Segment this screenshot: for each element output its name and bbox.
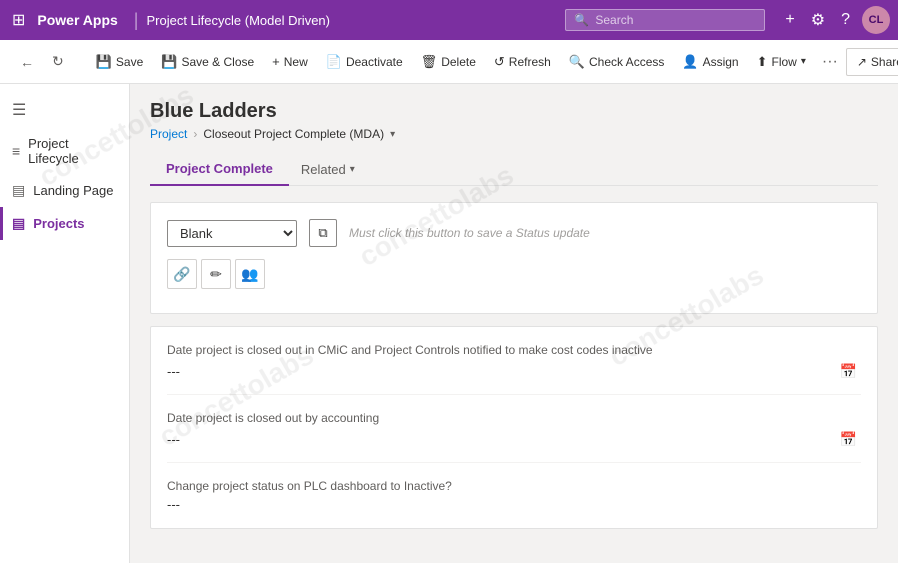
- flow-button[interactable]: ⬆ Flow ▾: [749, 48, 814, 76]
- top-bar-divider: |: [134, 10, 139, 31]
- app-layout: ☰ ≡ Project Lifecycle ▤ Landing Page ▤ P…: [0, 84, 898, 563]
- flow-icon: ⬆: [757, 54, 768, 70]
- status-form-card: Blank In Progress Complete N/A ⧉ Must cl…: [150, 202, 878, 314]
- new-icon: +: [272, 54, 280, 69]
- breadcrumb-current: Closeout Project Complete (MDA): [203, 127, 384, 141]
- delete-icon: 🗑: [421, 54, 438, 70]
- share-area: ↗ Share ▾: [846, 48, 898, 76]
- field-group-3: Change project status on PLC dashboard t…: [167, 479, 861, 512]
- field-value-3: ---: [167, 497, 180, 512]
- flow-chevron-icon: ▾: [801, 56, 806, 67]
- field-label-2: Date project is closed out by accounting: [167, 411, 861, 425]
- users-icon: 👥: [241, 266, 258, 283]
- new-button[interactable]: + New: [264, 48, 316, 75]
- field-value-2: ---: [167, 432, 180, 447]
- refresh-button[interactable]: ↺ Refresh: [486, 48, 559, 76]
- save-button[interactable]: 💾 Save: [88, 48, 152, 76]
- status-dropdown[interactable]: Blank In Progress Complete N/A: [167, 220, 297, 247]
- status-save-button[interactable]: ⧉: [309, 219, 337, 247]
- fields-section: Date project is closed out in CMiC and P…: [150, 326, 878, 529]
- back-button[interactable]: ←: [12, 48, 42, 76]
- assign-button[interactable]: 👤 Assign: [674, 48, 746, 76]
- tab-project-complete[interactable]: Project Complete: [150, 153, 289, 186]
- status-save-icon: ⧉: [318, 225, 327, 241]
- assign-icon: 👤: [682, 54, 698, 70]
- search-box[interactable]: 🔍: [565, 9, 765, 31]
- field-row-3: ---: [167, 497, 861, 512]
- forward-button[interactable]: ↻: [44, 47, 72, 76]
- users-button[interactable]: 👥: [235, 259, 265, 289]
- calendar-btn-1[interactable]: 📅: [836, 361, 861, 382]
- attach-button[interactable]: 🔗: [167, 259, 197, 289]
- sidebar-item-landing-page[interactable]: ▤ Landing Page: [0, 174, 129, 207]
- tab-related[interactable]: Related ▾: [289, 153, 367, 185]
- top-bar-actions: + ⚙ ? CL: [781, 6, 890, 34]
- edit-icon: ✏: [210, 266, 222, 283]
- sidebar-projects-icon: ▤: [12, 215, 25, 232]
- sidebar-project-lifecycle-icon: ≡: [12, 143, 20, 159]
- related-chevron-icon: ▾: [350, 164, 355, 175]
- field-row-2: --- 📅: [167, 429, 861, 450]
- status-hint: Must click this button to save a Status …: [349, 226, 590, 240]
- calendar-btn-2[interactable]: 📅: [836, 429, 861, 450]
- field-row-1: --- 📅: [167, 361, 861, 382]
- brand-label: Power Apps: [37, 12, 117, 28]
- edit-button[interactable]: ✏: [201, 259, 231, 289]
- nav-buttons: ← ↻: [12, 47, 72, 76]
- deactivate-icon: 📄: [326, 54, 342, 70]
- tabs: Project Complete Related ▾: [150, 153, 878, 186]
- record-title: Blue Ladders: [150, 100, 878, 123]
- help-icon[interactable]: ?: [837, 7, 854, 33]
- breadcrumb: Project › Closeout Project Complete (MDA…: [150, 127, 878, 141]
- deactivate-button[interactable]: 📄 Deactivate: [318, 48, 411, 76]
- sidebar-landing-page-icon: ▤: [12, 182, 25, 199]
- field-label-1: Date project is closed out in CMiC and P…: [167, 343, 861, 357]
- breadcrumb-dropdown-icon[interactable]: ▾: [390, 129, 395, 140]
- add-icon[interactable]: +: [781, 7, 798, 33]
- refresh-icon: ↺: [494, 54, 505, 70]
- main-content: Blue Ladders Project › Closeout Project …: [130, 84, 898, 563]
- save-close-icon: 💾: [161, 54, 177, 70]
- field-label-3: Change project status on PLC dashboard t…: [167, 479, 861, 493]
- sidebar-toggle[interactable]: ☰: [0, 92, 129, 128]
- avatar[interactable]: CL: [862, 6, 890, 34]
- share-icon: ↗: [857, 55, 867, 69]
- action-icons: 🔗 ✏ 👥: [167, 259, 861, 289]
- breadcrumb-root-link[interactable]: Project: [150, 127, 187, 141]
- app-title: Project Lifecycle (Model Driven): [146, 13, 330, 28]
- delete-button[interactable]: 🗑 Delete: [413, 48, 484, 76]
- check-access-button[interactable]: 🔍 Check Access: [561, 48, 673, 76]
- attach-icon: 🔗: [173, 266, 190, 283]
- app-grid-icon[interactable]: ⊞: [8, 6, 29, 34]
- status-row: Blank In Progress Complete N/A ⧉ Must cl…: [167, 219, 861, 247]
- breadcrumb-separator: ›: [193, 127, 197, 141]
- command-bar: ← ↻ 💾 Save 💾 Save & Close + New 📄 Deacti…: [0, 40, 898, 84]
- sidebar-item-project-lifecycle[interactable]: ≡ Project Lifecycle: [0, 128, 129, 174]
- field-group-2: Date project is closed out by accounting…: [167, 411, 861, 463]
- search-input[interactable]: [595, 13, 756, 27]
- more-button[interactable]: ···: [816, 47, 844, 77]
- top-bar: ⊞ Power Apps | Project Lifecycle (Model …: [0, 0, 898, 40]
- share-button[interactable]: ↗ Share ▾: [846, 48, 898, 76]
- search-icon: 🔍: [574, 13, 589, 27]
- sidebar-item-projects[interactable]: ▤ Projects: [0, 207, 129, 240]
- sidebar: ☰ ≡ Project Lifecycle ▤ Landing Page ▤ P…: [0, 84, 130, 563]
- save-icon: 💾: [96, 54, 112, 70]
- save-close-button[interactable]: 💾 Save & Close: [153, 48, 262, 76]
- field-value-1: ---: [167, 364, 180, 379]
- field-group-1: Date project is closed out in CMiC and P…: [167, 343, 861, 395]
- check-access-icon: 🔍: [569, 54, 585, 70]
- settings-icon[interactable]: ⚙: [807, 6, 829, 34]
